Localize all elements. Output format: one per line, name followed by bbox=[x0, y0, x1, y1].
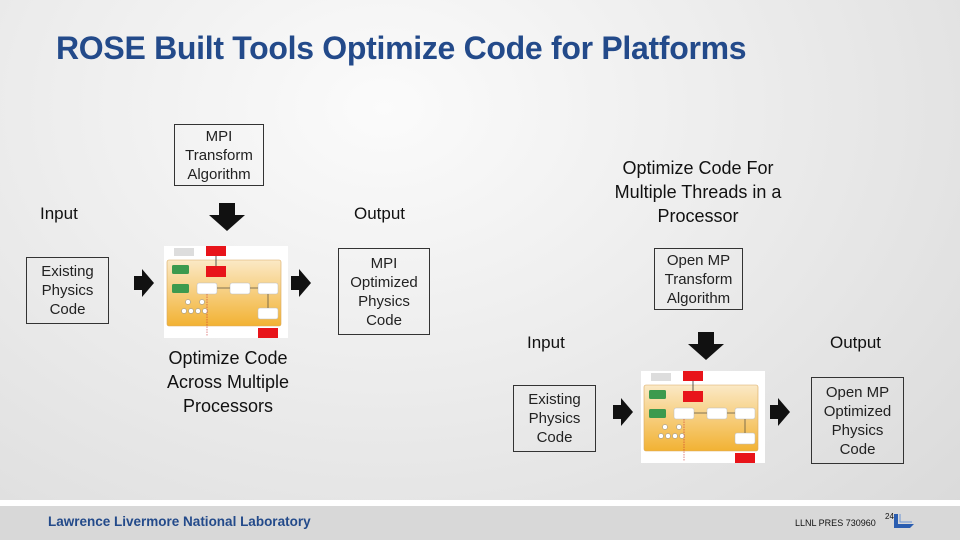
box-line: Physics bbox=[358, 292, 410, 310]
right-arrow-icon bbox=[291, 269, 311, 297]
box-line: MPI bbox=[370, 254, 398, 272]
flow-white-node bbox=[229, 282, 251, 295]
flow-white-node bbox=[257, 282, 279, 295]
down-arrow-icon bbox=[209, 203, 245, 231]
openmp-output-label: Output bbox=[830, 333, 882, 352]
flow-red-node bbox=[735, 453, 755, 463]
mpi-caption: Optimize Code Across Multiple Processors bbox=[140, 346, 316, 418]
slide-title: ROSE Built Tools Optimize Code for Platf… bbox=[56, 30, 747, 66]
flow-red-node bbox=[206, 246, 226, 256]
box-line: Optimized bbox=[823, 402, 892, 420]
flow-diagram-graphic bbox=[643, 371, 759, 463]
flow-red-node bbox=[258, 328, 278, 338]
down-arrow-icon bbox=[688, 332, 724, 360]
mpi-transform-algorithm-box: MPI Transform Algorithm bbox=[174, 124, 264, 186]
openmp-heading: Optimize Code For Multiple Threads in a … bbox=[590, 156, 806, 228]
box-line: Code bbox=[536, 429, 573, 446]
box-line: Algorithm bbox=[666, 289, 731, 307]
box-line: Transform bbox=[664, 270, 733, 288]
flow-green-node bbox=[649, 390, 666, 399]
caption-line: Processors bbox=[182, 396, 274, 416]
openmp-input-label: Input bbox=[527, 333, 565, 352]
box-line: Transform bbox=[185, 146, 253, 164]
openmp-input-code-box: Existing Physics Code bbox=[513, 385, 596, 452]
mpi-input-code-box: Existing Physics Code bbox=[26, 257, 109, 324]
flow-white-node bbox=[196, 282, 218, 295]
organization-name: Lawrence Livermore National Laboratory bbox=[48, 514, 311, 529]
flow-red-node bbox=[206, 266, 226, 277]
flow-white-node bbox=[734, 432, 756, 445]
box-line: MPI bbox=[205, 127, 233, 145]
rose-flow-diagram-mpi bbox=[164, 246, 288, 338]
flow-green-node bbox=[172, 284, 189, 293]
right-arrow-icon bbox=[613, 398, 633, 426]
openmp-optimized-code-box: Open MP Optimized Physics Code bbox=[811, 377, 904, 464]
caption-line: Across Multiple bbox=[166, 372, 290, 392]
flow-green-node bbox=[649, 409, 666, 418]
rose-flow-diagram-openmp bbox=[641, 371, 765, 463]
mpi-optimized-code-box: MPI Optimized Physics Code bbox=[338, 248, 430, 335]
box-line: Algorithm bbox=[187, 165, 251, 183]
box-line: Open MP bbox=[666, 251, 731, 269]
box-line: Physics bbox=[41, 282, 94, 299]
box-line: Code bbox=[366, 311, 402, 329]
flow-red-node bbox=[683, 391, 703, 402]
box-line: Existing bbox=[528, 391, 581, 408]
flow-diagram-graphic bbox=[166, 246, 282, 338]
heading-line: Optimize Code For bbox=[622, 158, 774, 178]
document-id: LLNL PRES 730960 bbox=[795, 518, 876, 528]
box-line: Code bbox=[49, 301, 86, 318]
openmp-transform-algorithm-box: Open MP Transform Algorithm bbox=[654, 248, 743, 310]
flow-green-node bbox=[172, 265, 189, 274]
right-arrow-icon bbox=[134, 269, 154, 297]
flow-white-node bbox=[706, 407, 728, 420]
box-line: Open MP bbox=[825, 383, 890, 401]
flow-white-node bbox=[734, 407, 756, 420]
box-line: Optimized bbox=[350, 273, 418, 291]
mpi-input-label: Input bbox=[40, 204, 78, 223]
heading-line: Processor bbox=[657, 206, 739, 226]
box-line: Code bbox=[839, 440, 876, 458]
flow-white-node bbox=[673, 407, 695, 420]
right-arrow-icon bbox=[770, 398, 790, 426]
box-line: Existing bbox=[41, 263, 94, 280]
box-line: Physics bbox=[831, 421, 884, 439]
heading-line: Multiple Threads in a bbox=[614, 182, 782, 202]
caption-line: Optimize Code bbox=[168, 348, 288, 368]
flow-red-node bbox=[683, 371, 703, 381]
flow-white-node bbox=[257, 307, 279, 320]
llnl-logo-icon bbox=[894, 514, 914, 528]
box-line: Physics bbox=[528, 410, 581, 427]
mpi-output-label: Output bbox=[354, 204, 406, 223]
